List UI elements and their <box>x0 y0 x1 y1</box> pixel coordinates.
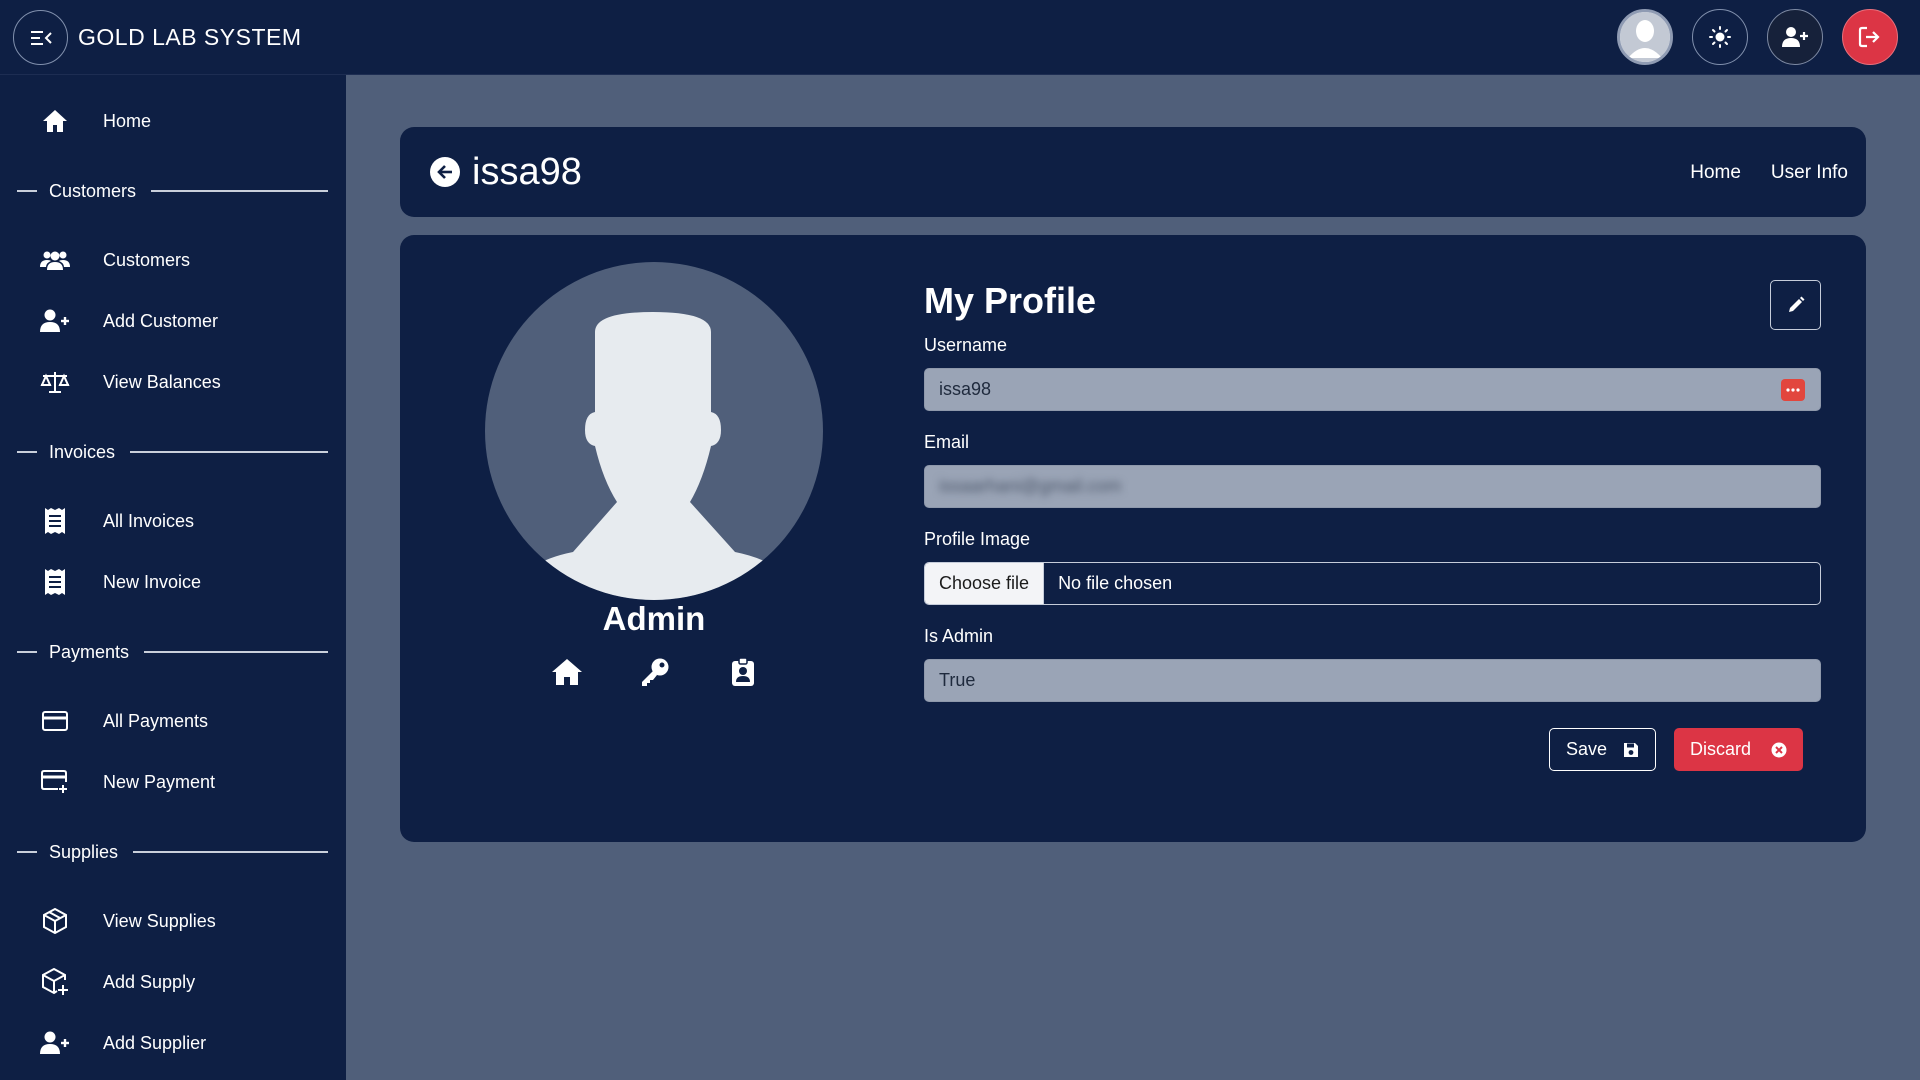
sidebar-item-label: Add Customer <box>103 310 219 331</box>
sidebar-item-label: Home <box>103 110 152 131</box>
users-icon <box>40 245 70 275</box>
profile-image-label: Profile Image <box>924 529 1031 549</box>
receipt-icon <box>40 506 70 536</box>
user-silhouette-icon <box>485 312 823 600</box>
section-title: Payments <box>49 641 130 662</box>
section-invoices: Invoices <box>17 440 328 464</box>
pencil-icon <box>1788 296 1804 312</box>
box-plus-icon <box>40 967 70 997</box>
sun-icon <box>1709 26 1731 48</box>
sidebar-item-home[interactable]: Home <box>0 98 346 144</box>
sidebar-item-add-customer[interactable]: Add Customer <box>0 298 346 344</box>
sidebar-item-add-supply[interactable]: Add Supply <box>0 959 346 1005</box>
key-icon[interactable] <box>638 655 672 689</box>
user-plus-icon <box>40 306 70 336</box>
sidebar: Home Customers Customers Add Customer Vi… <box>0 75 346 1080</box>
email-label: Email <box>924 432 970 452</box>
is-admin-value: True <box>939 670 976 690</box>
section-supplies: Supplies <box>17 840 328 864</box>
page-title: issa98 <box>472 151 582 193</box>
sidebar-item-all-payments[interactable]: All Payments <box>0 698 346 744</box>
theme-toggle-button[interactable] <box>1692 9 1748 65</box>
is-admin-field[interactable]: True <box>924 659 1821 702</box>
discard-button[interactable]: Discard <box>1674 728 1803 771</box>
section-title: Invoices <box>49 441 116 462</box>
credit-card-plus-icon <box>40 767 70 797</box>
id-badge-icon[interactable] <box>726 655 760 689</box>
user-plus-icon <box>40 1028 70 1058</box>
page-header: issa98 Home User Info <box>400 127 1866 217</box>
sidebar-item-label: All Invoices <box>103 510 195 531</box>
top-bar: GOLD LAB SYSTEM <box>0 0 1920 75</box>
sidebar-toggle-button[interactable] <box>13 10 68 65</box>
sidebar-item-add-supplier[interactable]: Add Supplier <box>0 1020 346 1066</box>
section-title: Supplies <box>49 841 119 862</box>
sidebar-item-label: New Invoice <box>103 571 202 592</box>
section-title: Customers <box>49 180 137 201</box>
save-button[interactable]: Save <box>1549 728 1656 771</box>
scale-icon <box>40 367 70 397</box>
breadcrumb: Home User Info <box>1690 162 1848 184</box>
sidebar-item-view-balances[interactable]: View Balances <box>0 359 346 405</box>
sidebar-item-label: Customers <box>103 249 191 270</box>
sidebar-item-customers[interactable]: Customers <box>0 237 346 283</box>
discard-label: Discard <box>1689 739 1751 759</box>
home-icon <box>40 106 70 136</box>
app-title: GOLD LAB SYSTEM <box>78 24 302 50</box>
sidebar-item-view-supplies[interactable]: View Supplies <box>0 898 346 944</box>
add-user-button[interactable] <box>1767 9 1823 65</box>
username-label: Username <box>924 335 1008 355</box>
role-icons <box>550 655 760 689</box>
email-field[interactable]: issaarhani@gmail.com <box>924 465 1821 508</box>
home-icon[interactable] <box>550 655 584 689</box>
profile-avatar <box>485 262 823 600</box>
is-admin-label: Is Admin <box>924 626 994 646</box>
breadcrumb-home[interactable]: Home <box>1690 162 1741 184</box>
close-circle-icon <box>1771 742 1787 757</box>
floppy-disk-icon <box>1624 742 1639 757</box>
file-status: No file chosen <box>1058 573 1173 593</box>
form-title: My Profile <box>924 280 1097 321</box>
sidebar-item-label: Add Supplier <box>103 1032 207 1053</box>
top-actions <box>1617 9 1898 65</box>
username-value: issa98 <box>939 379 992 399</box>
password-manager-icon[interactable] <box>1781 379 1805 401</box>
email-value: issaarhani@gmail.com <box>939 476 1122 496</box>
profile-image-input[interactable]: Choose file No file chosen <box>924 562 1821 605</box>
breadcrumb-user-info[interactable]: User Info <box>1771 162 1848 184</box>
username-field[interactable]: issa98 <box>924 368 1821 411</box>
receipt-icon <box>40 567 70 597</box>
back-arrow-icon[interactable] <box>430 157 460 187</box>
sidebar-item-new-payment[interactable]: New Payment <box>0 759 346 805</box>
sidebar-item-all-invoices[interactable]: All Invoices <box>0 498 346 544</box>
sidebar-item-label: All Payments <box>103 710 209 731</box>
save-label: Save <box>1565 739 1608 759</box>
box-icon <box>40 906 70 936</box>
user-avatar-button[interactable] <box>1617 9 1673 65</box>
sidebar-item-label: New Payment <box>103 771 216 792</box>
section-payments: Payments <box>17 640 328 664</box>
edit-button[interactable] <box>1770 280 1821 330</box>
menu-collapse-icon <box>30 30 52 45</box>
credit-card-icon <box>40 706 70 736</box>
section-customers: Customers <box>17 179 328 203</box>
user-avatar-icon <box>1620 12 1670 62</box>
user-plus-icon <box>1782 27 1808 47</box>
profile-card: Admin My Profile Username issa98 Email i… <box>400 235 1866 842</box>
sidebar-item-new-invoice[interactable]: New Invoice <box>0 559 346 605</box>
sidebar-item-label: Add Supply <box>103 971 196 992</box>
sidebar-item-label: View Balances <box>103 371 221 392</box>
choose-file-button[interactable]: Choose file <box>925 563 1045 604</box>
sidebar-item-label: View Supplies <box>103 910 216 931</box>
logout-icon <box>1858 26 1880 48</box>
user-role: Admin <box>602 600 706 637</box>
logout-button[interactable] <box>1842 9 1898 65</box>
